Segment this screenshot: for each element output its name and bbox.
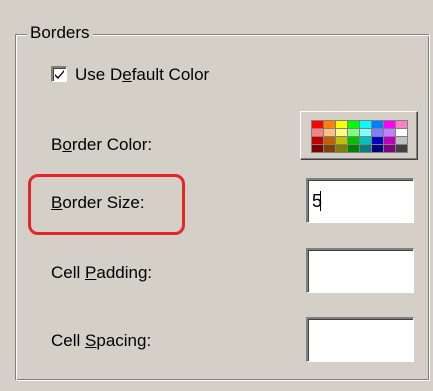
palette-swatch bbox=[384, 129, 395, 136]
palette-swatch bbox=[396, 145, 407, 152]
palette-swatch bbox=[384, 137, 395, 144]
palette-swatch bbox=[372, 121, 383, 128]
cell-spacing-input[interactable] bbox=[306, 317, 414, 362]
palette-swatch bbox=[372, 137, 383, 144]
palette-swatch bbox=[360, 121, 371, 128]
border-size-input[interactable] bbox=[306, 178, 414, 223]
use-default-color-label[interactable]: Use Default Color bbox=[75, 64, 209, 86]
cell-padding-label: Cell Padding: bbox=[51, 263, 153, 282]
border-size-label: Border Size: bbox=[51, 193, 145, 212]
palette-swatch bbox=[360, 145, 371, 152]
palette-swatch bbox=[384, 121, 395, 128]
palette-swatch bbox=[396, 129, 407, 136]
palette-swatch bbox=[336, 129, 347, 136]
palette-swatch bbox=[396, 121, 407, 128]
palette-swatch bbox=[348, 137, 359, 144]
palette-swatch bbox=[312, 121, 323, 128]
groupbox-title: Borders bbox=[27, 22, 93, 44]
palette-swatch bbox=[348, 129, 359, 136]
palette-swatch bbox=[348, 145, 359, 152]
palette-swatch bbox=[372, 129, 383, 136]
palette-swatch bbox=[396, 137, 407, 144]
palette-swatch bbox=[312, 145, 323, 152]
palette-swatch bbox=[324, 137, 335, 144]
checkmark-icon bbox=[55, 70, 64, 79]
palette-swatch bbox=[324, 121, 335, 128]
cell-padding-input[interactable] bbox=[306, 248, 414, 293]
color-palette-icon bbox=[311, 120, 408, 153]
palette-swatch bbox=[360, 129, 371, 136]
palette-swatch bbox=[336, 137, 347, 144]
palette-swatch bbox=[336, 121, 347, 128]
palette-swatch bbox=[336, 145, 347, 152]
palette-swatch bbox=[312, 137, 323, 144]
palette-swatch bbox=[312, 129, 323, 136]
palette-swatch bbox=[324, 145, 335, 152]
cell-spacing-label: Cell Spacing: bbox=[51, 331, 152, 350]
palette-swatch bbox=[360, 137, 371, 144]
palette-swatch bbox=[372, 145, 383, 152]
palette-swatch bbox=[384, 145, 395, 152]
text-caret bbox=[320, 191, 321, 211]
use-default-color-checkbox[interactable] bbox=[51, 66, 67, 82]
palette-swatch bbox=[324, 129, 335, 136]
border-color-label: Border Color: bbox=[51, 135, 153, 154]
palette-swatch bbox=[348, 121, 359, 128]
border-color-picker-button[interactable] bbox=[300, 111, 418, 160]
